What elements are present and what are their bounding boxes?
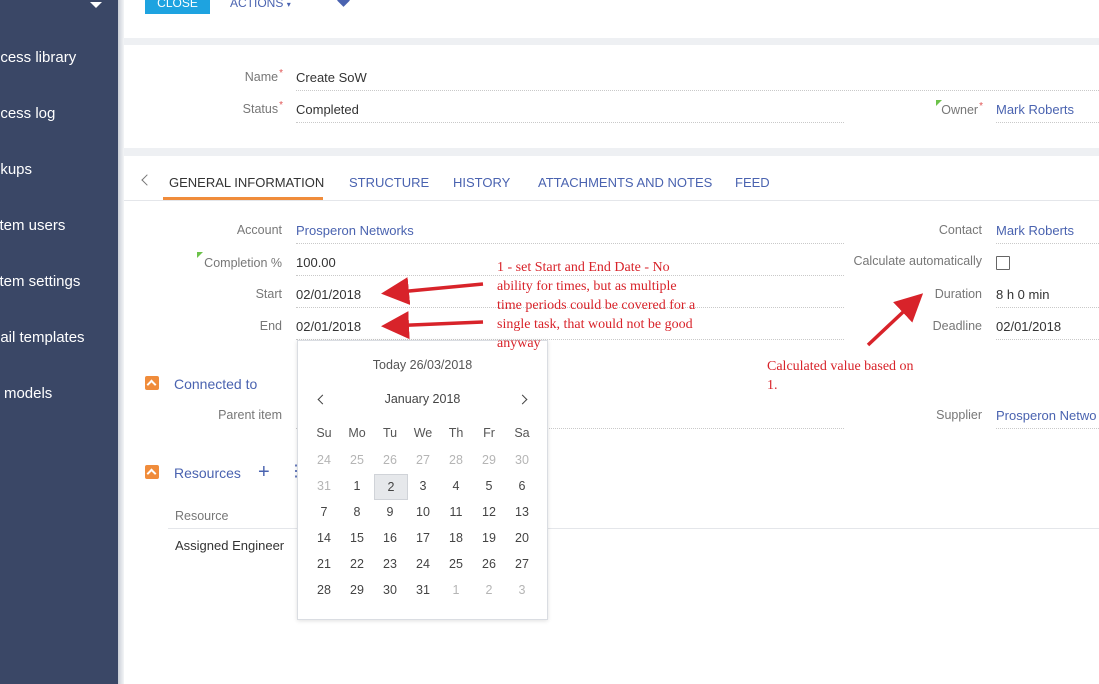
arrow-to-duration bbox=[866, 293, 924, 347]
annotation-arrows bbox=[381, 277, 924, 347]
arrow-to-end bbox=[381, 311, 484, 340]
arrow-to-start bbox=[381, 277, 484, 305]
